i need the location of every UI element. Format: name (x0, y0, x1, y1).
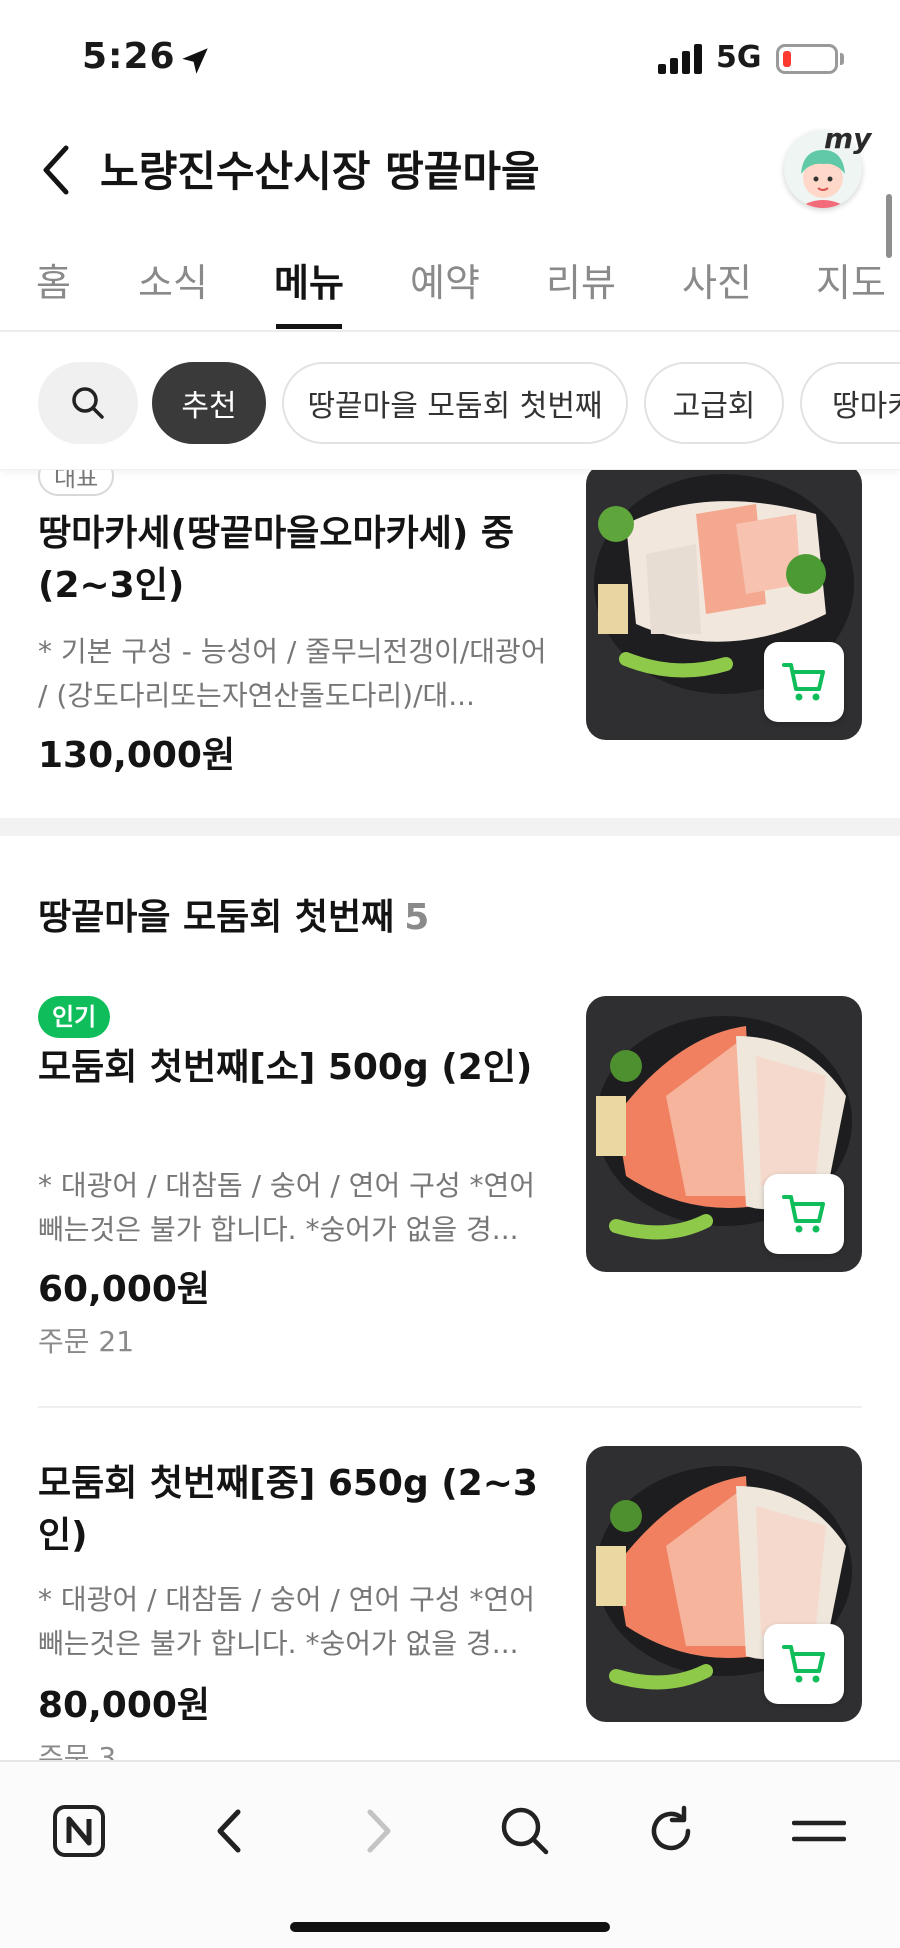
browser-back-button[interactable] (194, 1796, 264, 1866)
tab-reviews[interactable]: 리뷰 (546, 252, 616, 307)
status-time: 5:26 (82, 36, 176, 77)
tab-map[interactable]: 지도 (816, 252, 886, 307)
home-indicator (290, 1922, 610, 1932)
back-icon (217, 1809, 241, 1853)
tab-news[interactable]: 소식 (138, 252, 208, 307)
menu-item-price: 60,000원 (38, 1269, 211, 1310)
menu-list: 대표 땅마카세(땅끝마을오마카세) 중 (2~3인) * 기본 구성 - 능성어… (0, 470, 900, 1760)
tab-menu[interactable]: 메뉴 (274, 252, 344, 307)
browser-menu-button[interactable] (784, 1796, 854, 1866)
browser-toolbar (0, 1760, 900, 1948)
my-label: my (824, 122, 872, 155)
status-bar: 5:26 5G (0, 0, 900, 120)
chip-ttangmakase[interactable]: 땅마카 (800, 362, 900, 444)
tab-bar: 홈 소식 메뉴 예약 리뷰 사진 지도 (0, 232, 900, 332)
menu-item-name[interactable]: 모둠회 첫번째[소] 500g (2인) (38, 1042, 558, 1094)
forward-icon (367, 1809, 391, 1853)
menu-item-desc: * 대광어 / 대참돔 / 숭어 / 연어 구성 *연어 빼는것은 불가 합니다… (38, 1583, 536, 1660)
badge-popular: 인기 (38, 996, 111, 1038)
add-to-cart-button[interactable] (764, 1624, 844, 1704)
menu-item-desc: * 대광어 / 대참돔 / 숭어 / 연어 구성 *연어 빼는것은 불가 합니다… (38, 1169, 536, 1246)
menu-item-name[interactable]: 모둠회 첫번째[중] 650g (2~3인) (38, 1458, 558, 1562)
chip-recommended[interactable]: 추천 (152, 362, 266, 444)
naver-icon (53, 1805, 105, 1857)
header: 노량진수산시장 땅끝마을 my (0, 120, 900, 220)
menu-item-orders: 주문 21 (38, 1325, 135, 1358)
cart-icon (782, 1645, 825, 1683)
item-divider (38, 1406, 862, 1408)
search-icon (72, 387, 104, 419)
section-title: 땅끝마을 모둠회 첫번째 5 (38, 888, 429, 940)
section-title-text: 땅끝마을 모둠회 첫번째 (38, 897, 395, 938)
menu-icon (792, 1820, 846, 1842)
naver-home-button[interactable] (44, 1796, 114, 1866)
tab-home[interactable]: 홈 (36, 252, 71, 307)
section-count: 5 (404, 897, 430, 938)
location-arrow-icon (182, 48, 208, 74)
menu-item-image[interactable] (586, 996, 862, 1272)
badge-representative: 대표 (38, 470, 115, 496)
filter-chips: 추천 땅끝마을 모둠회 첫번째 고급회 땅마카 (0, 334, 900, 470)
browser-forward-button[interactable] (344, 1796, 414, 1866)
cart-icon (782, 663, 825, 701)
tab-reservation[interactable]: 예약 (410, 252, 480, 307)
menu-item-price: 80,000원 (38, 1685, 211, 1726)
active-tab-indicator (276, 324, 342, 329)
page-title: 노량진수산시장 땅끝마을 (100, 147, 540, 196)
menu-item-image[interactable] (586, 470, 862, 740)
menu-item-orders: 주문 3 (38, 1741, 117, 1760)
add-to-cart-button[interactable] (764, 642, 844, 722)
menu-item-price: 130,000원 (38, 735, 236, 776)
battery-icon (776, 44, 838, 74)
menu-item-name[interactable]: 땅마카세(땅끝마을오마카세) 중 (2~3인) (38, 508, 558, 612)
cart-icon (782, 1195, 825, 1233)
menu-search-button[interactable] (38, 362, 138, 444)
chip-moduemhoe[interactable]: 땅끝마을 모둠회 첫번째 (282, 362, 628, 444)
menu-item-image[interactable] (586, 1446, 862, 1722)
menu-item-desc: * 기본 구성 - 능성어 / 줄무늬전갱이/대광어 / (강도다리또는자연산돌… (38, 635, 547, 712)
browser-search-button[interactable] (490, 1796, 560, 1866)
network-label: 5G (716, 40, 762, 75)
chip-premium[interactable]: 고급회 (644, 362, 784, 444)
back-icon (43, 145, 69, 195)
search-icon (501, 1807, 549, 1855)
add-to-cart-button[interactable] (764, 1174, 844, 1254)
tab-photos[interactable]: 사진 (682, 252, 752, 307)
back-button[interactable] (30, 140, 80, 200)
refresh-icon (651, 1805, 691, 1851)
signal-icon (658, 44, 702, 74)
battery-cap (840, 53, 844, 65)
browser-refresh-button[interactable] (636, 1796, 706, 1866)
section-divider (0, 818, 900, 836)
